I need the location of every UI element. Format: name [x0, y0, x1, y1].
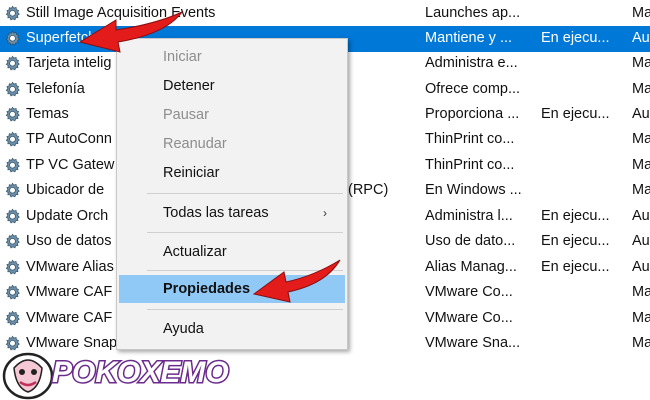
menu-item-label: Ayuda — [163, 321, 204, 337]
service-status — [541, 77, 621, 103]
svg-text:POKOXEMO: POKOXEMO — [52, 356, 229, 389]
service-status: En ejecu... — [541, 30, 610, 46]
service-startup-type: Au — [632, 259, 650, 275]
menu-separator — [147, 232, 343, 233]
gear-icon — [4, 310, 21, 327]
gear-icon — [4, 284, 21, 301]
menu-item-label: Todas las tareas — [163, 205, 269, 221]
gear-icon — [4, 106, 21, 123]
service-description: Proporciona ... — [425, 106, 520, 122]
service-description: VMware Sna... — [425, 335, 521, 351]
service-status — [541, 127, 621, 153]
service-startup-type: Ma — [632, 157, 650, 173]
service-startup-type: Au — [632, 106, 650, 122]
gear-icon — [4, 55, 21, 72]
service-startup-type: Ma — [632, 335, 650, 351]
service-startup-type: Ma — [632, 55, 650, 71]
red-arrow-icon — [252, 259, 341, 303]
service-startup-type: Ma — [632, 5, 650, 21]
menu-item-detener[interactable]: Detener — [119, 72, 345, 100]
service-startup-type: Au — [632, 30, 650, 46]
menu-item-reanudar[interactable]: Reanudar — [119, 130, 345, 158]
gear-icon — [4, 259, 21, 276]
service-status — [541, 1, 621, 27]
menu-item-ayuda[interactable]: Ayuda — [119, 315, 345, 343]
gear-icon — [4, 131, 21, 148]
submenu-arrow-icon: › — [323, 206, 327, 220]
service-status — [541, 331, 621, 357]
service-description: ThinPrint co... — [425, 157, 515, 173]
service-startup-type: Ma — [632, 310, 650, 326]
service-startup-type: Ma — [632, 131, 650, 147]
gear-icon — [4, 208, 21, 225]
service-startup-type: Au — [632, 233, 650, 249]
service-description: VMware Co... — [425, 310, 513, 326]
service-description: Administra l... — [425, 208, 513, 224]
gear-icon — [4, 30, 21, 47]
service-description: ThinPrint co... — [425, 131, 515, 147]
service-startup-type: Au — [632, 208, 650, 224]
service-status — [541, 306, 621, 332]
menu-item-label: Pausar — [163, 107, 209, 123]
menu-item-pausar[interactable]: Pausar — [119, 101, 345, 129]
red-arrow-icon — [78, 10, 184, 53]
service-startup-type: Ma — [632, 81, 650, 97]
watermark-logo: POKOXEMO — [2, 352, 230, 400]
menu-item-label: Detener — [163, 78, 215, 94]
gear-icon — [4, 233, 21, 250]
service-description: VMware Co... — [425, 284, 513, 300]
service-status: En ejecu... — [541, 106, 610, 122]
service-description: En Windows ... — [425, 182, 521, 198]
gear-icon — [4, 5, 21, 22]
service-startup-type: Ma — [632, 182, 650, 198]
service-description: Launches ap... — [425, 5, 521, 21]
gear-icon — [4, 182, 21, 199]
service-status — [541, 51, 621, 77]
gear-icon — [4, 157, 21, 174]
service-status: En ejecu... — [541, 208, 610, 224]
menu-separator — [147, 309, 343, 310]
service-description: Alias Manag... — [425, 259, 517, 275]
menu-item-label: Reanudar — [163, 136, 227, 152]
service-status: En ejecu... — [541, 233, 610, 249]
service-name-suffix: (RPC) — [348, 182, 389, 198]
service-status — [541, 280, 621, 306]
menu-item-label: Actualizar — [163, 244, 227, 260]
menu-item-label: Reiniciar — [163, 165, 220, 181]
gear-icon — [4, 81, 21, 98]
service-status — [541, 153, 621, 179]
service-startup-type: Ma — [632, 284, 650, 300]
service-description: Mantiene y ... — [425, 30, 513, 46]
menu-item-label: Propiedades — [163, 281, 251, 297]
service-status — [541, 178, 621, 204]
menu-separator — [147, 193, 343, 194]
menu-item-todas-las-tareas[interactable]: Todas las tareas › — [119, 199, 345, 227]
service-status: En ejecu... — [541, 259, 610, 275]
service-description: Ofrece comp... — [425, 81, 521, 97]
menu-item-reiniciar[interactable]: Reiniciar — [119, 159, 345, 187]
service-description: Administra e... — [425, 55, 518, 71]
service-description: Uso de dato... — [425, 233, 516, 249]
